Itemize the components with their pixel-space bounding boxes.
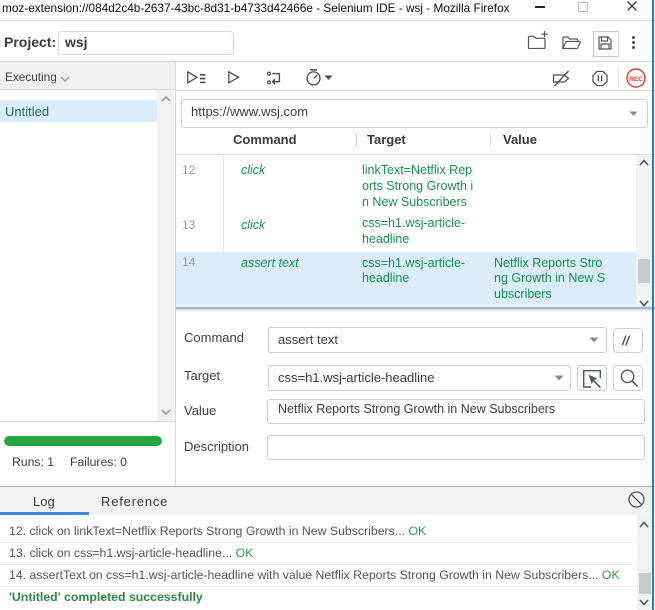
svg-text:REC: REC (629, 76, 643, 83)
